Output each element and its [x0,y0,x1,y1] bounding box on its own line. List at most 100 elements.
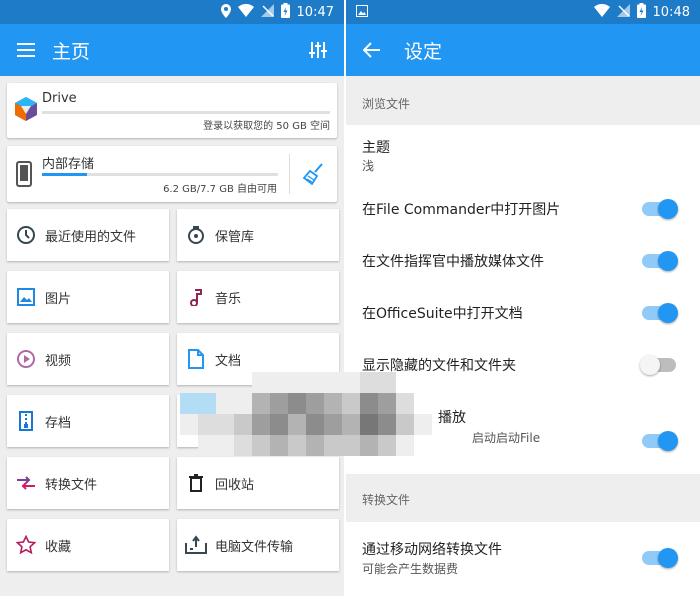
mosaic-block [216,372,234,393]
tile-archive[interactable]: 存档 [7,395,169,447]
battery-icon [280,3,290,22]
mosaic-block [360,414,378,435]
vault-icon [185,224,207,246]
tile-video[interactable]: 视频 [7,333,169,385]
location-icon [220,3,231,22]
mosaic-block [180,372,198,393]
mosaic-block [216,393,234,414]
tile-label: 收藏 [45,539,72,555]
mosaic-block [198,372,216,393]
storage-progress-fill [42,173,87,176]
tile-convert[interactable]: 转换文件 [7,457,169,509]
settings-screen: 10:48 设定 浏览文件 主题 浅 在File Commander中打开图片在… [346,0,700,596]
convert-icon [15,472,37,494]
clean-broom-icon[interactable] [302,162,326,190]
mosaic-block [324,393,342,414]
mosaic-block [378,414,396,435]
toggle-switch[interactable] [642,303,678,323]
video-icon [15,348,37,370]
convert-title: 通过移动网络转换文件 [362,542,502,558]
mosaic-block [432,372,450,393]
drive-progress [42,111,330,114]
mosaic-block [198,435,216,456]
phone-icon [16,161,32,191]
clock-icon [15,224,37,246]
tile-star[interactable]: 收藏 [7,519,169,571]
mosaic-block [414,414,432,435]
toggle-switch[interactable] [642,251,678,271]
toggle-setting[interactable]: 在File Commander中打开图片 [346,183,700,235]
tile-music[interactable]: 音乐 [177,271,339,323]
mosaic-block [270,435,288,456]
filter-button[interactable] [302,34,334,66]
storage-sub: 6.2 GB/7.7 GB 自由可用 [163,184,277,195]
mosaic-block [270,372,288,393]
toggle-setting[interactable]: 在OfficeSuite中打开文档 [346,287,700,339]
drive-label: Drive [42,91,77,106]
tile-pc-transfer[interactable]: 电脑文件传输 [177,519,339,571]
signal-icon [616,4,630,21]
mosaic-block [360,372,378,393]
clock-time: 10:47 [296,5,334,20]
internal-storage-card[interactable]: 内部存储 6.2 GB/7.7 GB 自由可用 [7,146,337,202]
wifi-icon [593,3,610,21]
tile-clock[interactable]: 最近使用的文件 [7,209,169,261]
mosaic-block [432,393,450,414]
settings-app-bar: 设定 [346,24,700,76]
section-browse-files: 浏览文件 [362,97,411,111]
menu-button[interactable] [0,24,52,76]
mosaic-block [198,414,216,435]
theme-setting[interactable]: 主题 浅 [346,125,700,183]
mosaic-block [342,414,360,435]
drive-card[interactable]: Drive 登录以获取您的 50 GB 空间 [7,83,337,138]
mosaic-block [216,414,234,435]
tile-label: 视频 [45,353,72,369]
back-button[interactable] [346,24,398,76]
mosaic-block [432,435,450,456]
convert-sub: 可能会产生数据费 [362,562,459,576]
mosaic-block [306,414,324,435]
document-icon [185,348,207,370]
tile-label: 音乐 [215,291,242,307]
switch-knob [658,548,678,568]
toggle-switch[interactable] [642,199,678,219]
setting-title: 在文件指挥官中播放媒体文件 [362,254,544,270]
tile-trash[interactable]: 回收站 [177,457,339,509]
tile-label: 保管库 [215,229,255,245]
tile-vault[interactable]: 保管库 [177,209,339,261]
home-screen: 10:47 主页 Drive 登录以获取您的 50 GB 空间 内部存储 6.2… [0,0,344,596]
convert-mobile-setting[interactable]: 通过移动网络转换文件 可能会产生数据费 [346,522,700,592]
mosaic-block [180,393,198,414]
mosaic-block [252,372,270,393]
mosaic-block [288,414,306,435]
drive-sub: 登录以获取您的 50 GB 空间 [203,121,330,132]
mosaic-block [180,435,198,456]
convert-settings-block: 通过移动网络转换文件 可能会产生数据费 [346,522,700,596]
archive-icon [15,410,37,432]
status-icons: 10:47 [220,3,334,22]
mosaic-block [252,435,270,456]
mosaic-block [216,435,234,456]
mosaic-block [324,372,342,393]
arrow-back-icon [363,42,380,58]
mosaic-block [234,372,252,393]
tile-image[interactable]: 图片 [7,271,169,323]
switch-knob [658,199,678,219]
mosaic-block [306,372,324,393]
toggle-setting[interactable]: 在文件指挥官中播放媒体文件 [346,235,700,287]
clock-time: 10:48 [652,5,690,20]
hamburger-icon [17,43,35,57]
censor-mosaic [180,372,450,457]
mosaic-block [324,435,342,456]
mosaic-block [288,393,306,414]
setting-title: 在File Commander中打开图片 [362,202,561,218]
toggle-switch[interactable] [642,431,678,451]
tile-label: 文档 [215,353,242,369]
mosaic-block [270,393,288,414]
status-icons-right: 10:48 [593,3,690,22]
convert-switch[interactable] [642,548,678,568]
mosaic-block [234,435,252,456]
toggle-switch[interactable] [640,355,676,375]
signal-icon [260,4,274,21]
trash-icon [185,472,207,494]
